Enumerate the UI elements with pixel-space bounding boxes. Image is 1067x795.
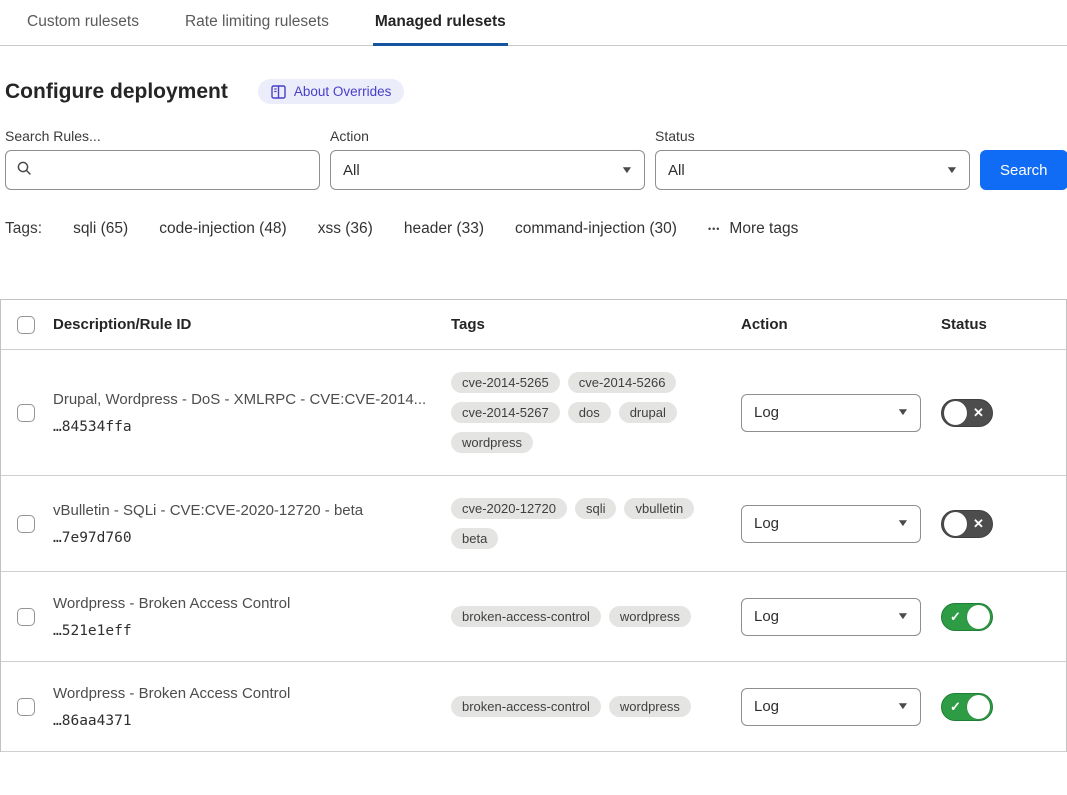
rule-id: …86aa4371 (53, 713, 431, 729)
tag-pill: sqli (575, 498, 617, 519)
column-status: Status (941, 316, 1066, 333)
tag-filter-sqli[interactable]: sqli (65) (73, 220, 128, 238)
action-filter-select[interactable]: All ▼ (330, 150, 645, 190)
tags-bar: Tags: sqli (65) code-injection (48) xss … (5, 220, 1062, 238)
tag-pill: cve-2020-12720 (451, 498, 567, 519)
rules-table: Description/Rule ID Tags Action Status D… (0, 299, 1067, 752)
x-icon: ✕ (967, 405, 990, 421)
rule-id: …521e1eff (53, 623, 431, 639)
status-filter-value: All (668, 162, 685, 179)
check-icon: ✓ (944, 609, 967, 625)
rule-description: vBulletin - SQLi - CVE:CVE-2020-12720 - … (53, 501, 431, 521)
status-filter-label: Status (655, 128, 970, 144)
check-icon: ✓ (944, 699, 967, 715)
rule-id: …7e97d760 (53, 530, 431, 546)
rule-tags: cve-2014-5265 cve-2014-5266 cve-2014-5267 d… (451, 372, 741, 453)
rule-tags: broken-access-control wordpress (451, 606, 741, 627)
table-row: Drupal, Wordpress - DoS - XMLRPC - CVE:C… (1, 350, 1066, 476)
about-overrides-label: About Overrides (294, 84, 392, 99)
select-all-checkbox[interactable] (17, 316, 35, 334)
column-action: Action (741, 316, 941, 333)
chevron-down-icon: ▼ (620, 165, 634, 176)
tag-pill: broken-access-control (451, 696, 601, 717)
tag-filter-header[interactable]: header (33) (404, 220, 484, 238)
row-checkbox[interactable] (17, 404, 35, 422)
status-toggle[interactable]: ✕ (941, 510, 993, 538)
row-checkbox[interactable] (17, 608, 35, 626)
chevron-down-icon: ▼ (896, 407, 910, 418)
action-select[interactable]: Log ▼ (741, 505, 921, 543)
tags-bar-label: Tags: (5, 220, 42, 238)
tab-custom-rulesets[interactable]: Custom rulesets (25, 0, 141, 46)
tag-pill: cve-2014-5266 (568, 372, 677, 393)
toggle-knob (944, 512, 967, 536)
column-tags: Tags (451, 316, 741, 333)
rule-tags: broken-access-control wordpress (451, 696, 741, 717)
action-select-value: Log (754, 608, 779, 625)
status-toggle[interactable]: ✓ (941, 603, 993, 631)
action-select[interactable]: Log ▼ (741, 688, 921, 726)
status-toggle[interactable]: ✕ (941, 399, 993, 427)
rule-description: Drupal, Wordpress - DoS - XMLRPC - CVE:C… (53, 390, 431, 410)
tag-pill: drupal (619, 402, 677, 423)
row-checkbox[interactable] (17, 698, 35, 716)
page-title: Configure deployment (5, 80, 228, 104)
tab-rate-limiting-rulesets[interactable]: Rate limiting rulesets (183, 0, 331, 46)
tag-pill: cve-2014-5267 (451, 402, 560, 423)
toggle-knob (944, 401, 967, 425)
page-header: Configure deployment About Overrides (5, 79, 1062, 104)
more-tags-label: More tags (729, 220, 798, 238)
column-description-rule-id: Description/Rule ID (53, 316, 451, 333)
tag-pill: dos (568, 402, 611, 423)
table-row: vBulletin - SQLi - CVE:CVE-2020-12720 - … (1, 476, 1066, 572)
chevron-down-icon: ▼ (896, 611, 910, 622)
x-icon: ✕ (967, 516, 990, 532)
status-toggle[interactable]: ✓ (941, 693, 993, 721)
tag-pill: vbulletin (624, 498, 694, 519)
tag-pill: wordpress (609, 606, 691, 627)
tag-filter-xss[interactable]: xss (36) (318, 220, 373, 238)
rule-id: …84534ffa (53, 419, 431, 435)
toggle-knob (967, 605, 990, 629)
ellipsis-icon: ••• (708, 224, 720, 234)
action-select[interactable]: Log ▼ (741, 598, 921, 636)
rule-description: Wordpress - Broken Access Control (53, 684, 431, 704)
about-overrides-badge[interactable]: About Overrides (258, 79, 405, 104)
table-row: Wordpress - Broken Access Control …86aa4… (1, 662, 1066, 752)
action-select-value: Log (754, 404, 779, 421)
tag-pill: broken-access-control (451, 606, 601, 627)
tag-filter-code-injection[interactable]: code-injection (48) (159, 220, 287, 238)
tag-pill: wordpress (609, 696, 691, 717)
table-body: Drupal, Wordpress - DoS - XMLRPC - CVE:C… (1, 350, 1066, 752)
tag-pill: cve-2014-5265 (451, 372, 560, 393)
table-row: Wordpress - Broken Access Control …521e1… (1, 572, 1066, 662)
docs-icon (271, 85, 286, 99)
more-tags-button[interactable]: ••• More tags (708, 220, 798, 238)
tag-pill: wordpress (451, 432, 533, 453)
chevron-down-icon: ▼ (896, 518, 910, 529)
tag-pill: beta (451, 528, 498, 549)
rule-tags: cve-2020-12720 sqli vbulletin beta (451, 498, 741, 549)
table-header-row: Description/Rule ID Tags Action Status (1, 300, 1066, 350)
search-input[interactable] (40, 162, 309, 179)
filter-bar: Search Rules... Action All ▼ Status All … (5, 128, 1062, 190)
chevron-down-icon: ▼ (945, 165, 959, 176)
status-filter-select[interactable]: All ▼ (655, 150, 970, 190)
action-select-value: Log (754, 698, 779, 715)
search-rules-label: Search Rules... (5, 128, 320, 144)
action-filter-label: Action (330, 128, 645, 144)
tag-filter-command-injection[interactable]: command-injection (30) (515, 220, 677, 238)
search-button[interactable]: Search (980, 150, 1067, 190)
rule-description: Wordpress - Broken Access Control (53, 594, 431, 614)
search-icon (16, 160, 32, 181)
tab-bar: Custom rulesets Rate limiting rulesets M… (0, 0, 1067, 46)
action-filter-value: All (343, 162, 360, 179)
row-checkbox[interactable] (17, 515, 35, 533)
action-select[interactable]: Log ▼ (741, 394, 921, 432)
search-box (5, 150, 320, 190)
tab-managed-rulesets[interactable]: Managed rulesets (373, 0, 508, 46)
chevron-down-icon: ▼ (896, 701, 910, 712)
action-select-value: Log (754, 515, 779, 532)
toggle-knob (967, 695, 990, 719)
